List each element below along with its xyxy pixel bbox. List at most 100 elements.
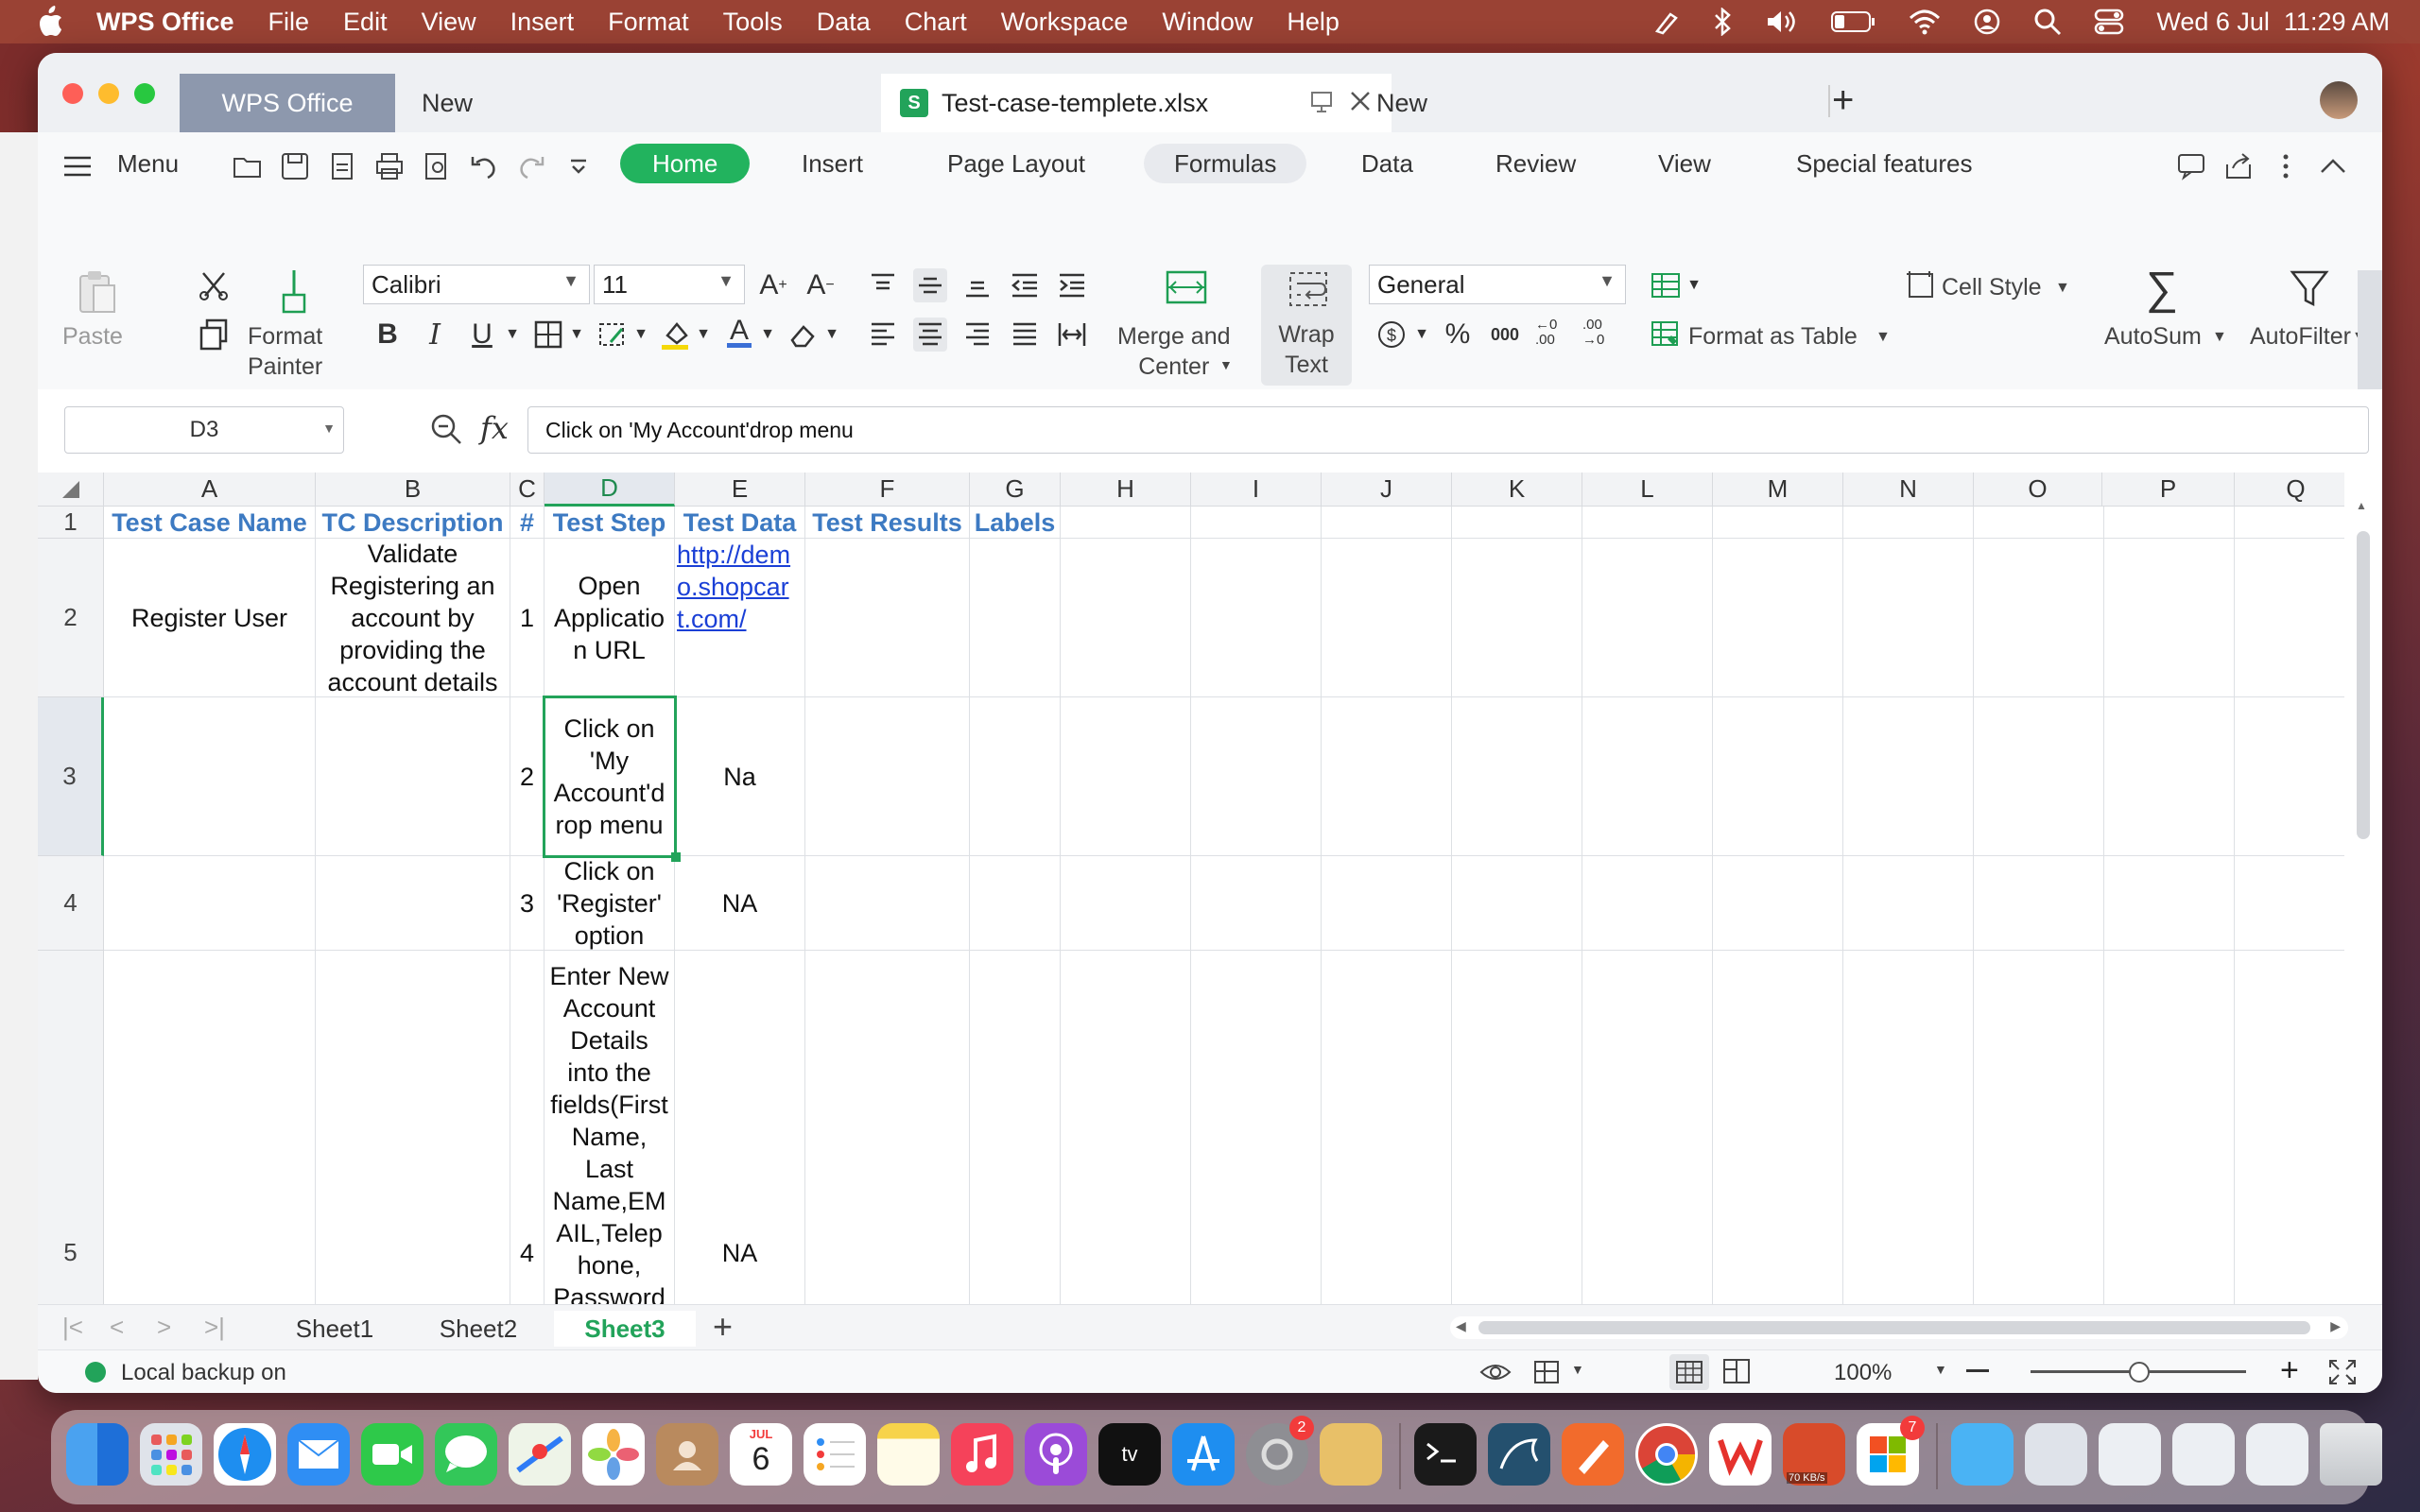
zoom-level[interactable]: 100% bbox=[1834, 1360, 1892, 1386]
scroll-right-arrow-icon[interactable]: ▶ bbox=[2330, 1318, 2341, 1334]
new-tab-plus-icon[interactable]: + bbox=[1832, 79, 1854, 122]
last-sheet-icon[interactable]: >| bbox=[204, 1313, 225, 1342]
cell-g5[interactable] bbox=[970, 951, 1061, 1304]
normal-view-icon[interactable] bbox=[1669, 1354, 1709, 1390]
align-right-icon[interactable] bbox=[960, 318, 994, 352]
terminal-icon[interactable] bbox=[1414, 1423, 1477, 1486]
share-icon[interactable] bbox=[2223, 151, 2254, 181]
finder-icon[interactable] bbox=[66, 1423, 129, 1486]
align-left-icon[interactable] bbox=[866, 318, 900, 352]
cell-a4[interactable] bbox=[104, 856, 316, 951]
save-icon[interactable] bbox=[280, 151, 310, 181]
copy-icon[interactable] bbox=[197, 318, 231, 352]
cell-b5[interactable] bbox=[316, 951, 510, 1304]
bluetooth-icon[interactable] bbox=[1712, 8, 1733, 36]
decrease-decimal-icon[interactable]: .00 →0 bbox=[1582, 316, 1620, 350]
cell-g4[interactable] bbox=[970, 856, 1061, 951]
zoom-slider-knob[interactable] bbox=[2129, 1362, 2150, 1383]
backup-status-text[interactable]: Local backup on bbox=[121, 1360, 286, 1386]
zoom-formula-icon[interactable] bbox=[429, 412, 463, 451]
spotlight-search-icon[interactable] bbox=[2033, 8, 2062, 36]
cell-e1[interactable]: Test Data bbox=[675, 507, 805, 539]
cell-f5[interactable] bbox=[805, 951, 970, 1304]
cell-e2-link[interactable]: http://demo.shopcart.com/ bbox=[675, 539, 805, 697]
format-as-table-icon[interactable] bbox=[1649, 318, 1683, 352]
col-header-h[interactable]: H bbox=[1061, 472, 1191, 507]
prev-sheet-icon[interactable]: < bbox=[110, 1313, 124, 1342]
tab-special-features[interactable]: Special features bbox=[1796, 144, 1972, 183]
cell-a2[interactable]: Register User bbox=[104, 539, 316, 697]
cell-b2[interactable]: Validate Registering an account by provi… bbox=[316, 539, 510, 697]
battery-icon[interactable] bbox=[1831, 9, 1876, 34]
calendar-icon[interactable]: JUL 6 bbox=[730, 1423, 792, 1486]
mail-icon[interactable] bbox=[287, 1423, 350, 1486]
paste-icon[interactable] bbox=[76, 268, 119, 316]
user-account-icon[interactable] bbox=[1973, 8, 2001, 36]
col-header-g[interactable]: G bbox=[970, 472, 1061, 507]
safari-icon[interactable] bbox=[214, 1423, 276, 1486]
cell-g1[interactable]: Labels bbox=[970, 507, 1061, 539]
cell-format-dropdown-icon[interactable]: ▼ bbox=[624, 318, 658, 352]
tab-data[interactable]: Data bbox=[1361, 144, 1413, 183]
tab-new[interactable]: New bbox=[422, 74, 473, 132]
cell-b3[interactable] bbox=[316, 697, 510, 856]
add-sheet-plus-icon[interactable]: + bbox=[713, 1307, 733, 1347]
zoom-out-icon[interactable] bbox=[1966, 1369, 1989, 1372]
microsoft-office-icon[interactable]: 7 bbox=[1857, 1416, 1925, 1486]
undo-icon[interactable] bbox=[469, 151, 499, 181]
col-header-c[interactable]: C bbox=[510, 472, 544, 507]
autosum-dropdown-icon[interactable]: ▼ bbox=[2212, 329, 2227, 346]
select-all-corner[interactable] bbox=[38, 472, 104, 507]
volume-icon[interactable] bbox=[1765, 9, 1799, 35]
apple-menu-icon[interactable] bbox=[36, 5, 70, 39]
zoom-dropdown-icon[interactable]: ▼ bbox=[1934, 1362, 1947, 1377]
font-size-select[interactable]: 11 ▼ bbox=[594, 265, 745, 304]
conditional-format-dropdown-icon[interactable]: ▼ bbox=[1677, 268, 1711, 302]
sheet-tab-2[interactable]: Sheet2 bbox=[408, 1311, 548, 1347]
col-header-a[interactable]: A bbox=[104, 472, 316, 507]
cell-e3[interactable]: Na bbox=[675, 697, 805, 856]
fill-handle[interactable] bbox=[671, 852, 681, 862]
fill-color-dropdown-icon[interactable]: ▼ bbox=[686, 318, 720, 352]
recent-window-3[interactable] bbox=[2172, 1423, 2235, 1486]
menu-tools[interactable]: Tools bbox=[723, 8, 783, 37]
app-store-icon[interactable] bbox=[1172, 1423, 1235, 1486]
row-header-5[interactable]: 5 bbox=[38, 951, 104, 1304]
merge-dropdown-icon[interactable]: ▼ bbox=[1219, 357, 1233, 372]
format-painter-label[interactable]: Format Painter bbox=[248, 321, 322, 382]
first-sheet-icon[interactable]: |< bbox=[62, 1313, 83, 1342]
thousands-separator-icon[interactable]: 000 bbox=[1488, 318, 1522, 352]
decrease-indent-icon[interactable] bbox=[1008, 268, 1042, 302]
redo-icon[interactable] bbox=[516, 151, 546, 181]
customize-toolbar-icon[interactable] bbox=[563, 151, 594, 181]
recent-window-2[interactable] bbox=[2099, 1423, 2161, 1486]
avatar[interactable] bbox=[2320, 81, 2358, 119]
recent-window-1[interactable] bbox=[2025, 1423, 2087, 1486]
tab-wps-office[interactable]: WPS Office bbox=[180, 74, 395, 132]
chrome-icon[interactable] bbox=[1635, 1423, 1698, 1486]
menu-format[interactable]: Format bbox=[608, 8, 689, 37]
col-header-l[interactable]: L bbox=[1582, 472, 1713, 507]
recent-window-4[interactable] bbox=[2246, 1423, 2308, 1486]
mysql-workbench-icon[interactable] bbox=[1488, 1423, 1550, 1486]
merge-center-icon[interactable] bbox=[1165, 268, 1208, 306]
bold-icon[interactable]: B bbox=[371, 318, 405, 352]
messages-icon[interactable] bbox=[435, 1423, 497, 1486]
menu-help[interactable]: Help bbox=[1287, 8, 1340, 37]
cut-icon[interactable] bbox=[197, 268, 231, 302]
music-icon[interactable] bbox=[951, 1423, 1013, 1486]
cell-d4[interactable]: Click on 'Register' option bbox=[544, 856, 675, 951]
autofilter-label[interactable]: AutoFilter bbox=[2250, 321, 2351, 352]
cell-c4[interactable]: 3 bbox=[510, 856, 544, 951]
col-header-k[interactable]: K bbox=[1452, 472, 1582, 507]
vertical-scroll-thumb[interactable] bbox=[2357, 531, 2370, 839]
zoom-in-icon[interactable]: + bbox=[2280, 1352, 2299, 1389]
menu-window[interactable]: Window bbox=[1162, 8, 1253, 37]
underline-dropdown-icon[interactable]: ▼ bbox=[495, 318, 529, 352]
justify-icon[interactable] bbox=[1008, 318, 1042, 352]
export-pdf-icon[interactable] bbox=[327, 151, 357, 181]
clock[interactable]: Wed 6 Jul 11:29 AM bbox=[2156, 8, 2390, 37]
cell-e5[interactable]: NA bbox=[675, 951, 805, 1304]
cell-style-label[interactable]: Cell Style bbox=[1942, 272, 2042, 302]
menu-edit[interactable]: Edit bbox=[343, 8, 388, 37]
